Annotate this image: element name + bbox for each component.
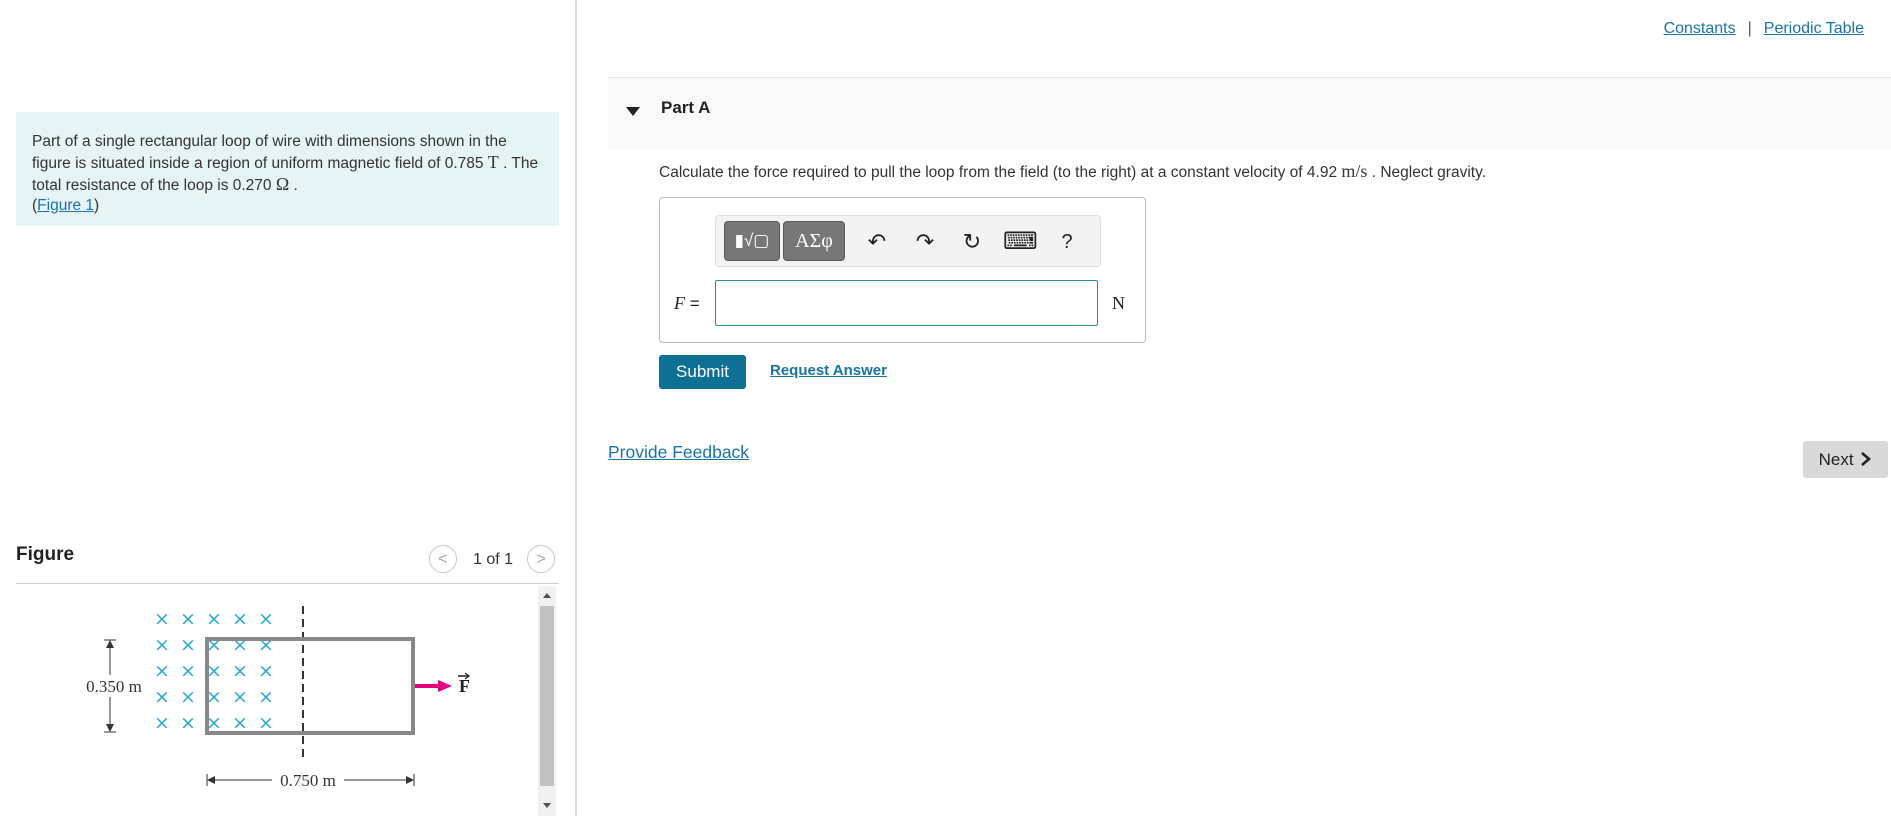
answer-input[interactable] bbox=[715, 280, 1098, 326]
field-cross: × bbox=[154, 634, 170, 656]
field-cross: × bbox=[180, 712, 196, 734]
answer-pane: Constants | Periodic Table Part A Calculat… bbox=[577, 0, 1891, 816]
chevron-right-icon: > bbox=[536, 549, 546, 568]
field-cross: × bbox=[180, 660, 196, 682]
scroll-thumb[interactable] bbox=[540, 606, 554, 786]
chevron-right-icon bbox=[1861, 451, 1872, 466]
part-a-header[interactable]: Part A bbox=[608, 77, 1891, 149]
figure-next-button[interactable]: > bbox=[527, 545, 555, 573]
part-title: Part A bbox=[661, 98, 711, 117]
figure-link[interactable]: Figure 1 bbox=[37, 197, 94, 214]
field-cross: × bbox=[180, 686, 196, 708]
figure-pager: 1 of 1 bbox=[473, 551, 514, 568]
constants-link[interactable]: Constants bbox=[1664, 20, 1736, 37]
force-label: F bbox=[459, 676, 470, 696]
field-cross: × bbox=[232, 608, 248, 630]
symbols-button[interactable]: ΑΣφ bbox=[783, 221, 845, 261]
loop-diagram: × × × × ×× × × × ×× × × × ×× × × × ×× × × × × 0.350 m 0.750 … bbox=[80, 606, 470, 791]
field-cross: × bbox=[258, 608, 274, 630]
scroll-down-icon[interactable] bbox=[538, 798, 556, 812]
field-cross: × bbox=[206, 608, 222, 630]
height-label: 0.350 m bbox=[86, 677, 142, 696]
submit-button[interactable]: Submit bbox=[659, 355, 746, 389]
caret-down-icon[interactable] bbox=[626, 107, 640, 116]
math-toolbar: ▮√▢ ΑΣφ ↶ ↷ ↻ ⌨ ? bbox=[715, 215, 1101, 267]
help-button[interactable]: ? bbox=[1051, 226, 1083, 258]
radical-icon: ▮√▢ bbox=[734, 231, 770, 250]
variable-label: F = bbox=[674, 293, 700, 314]
figure-prev-button[interactable]: < bbox=[429, 545, 457, 573]
keyboard-icon: ⌨ bbox=[1003, 228, 1038, 255]
unit-label: N bbox=[1112, 293, 1125, 313]
field-cross: × bbox=[154, 608, 170, 630]
question-text-2: . Neglect gravity. bbox=[1367, 164, 1486, 181]
periodic-table-link[interactable]: Periodic Table bbox=[1764, 20, 1864, 37]
field-cross: × bbox=[258, 712, 274, 734]
field-cross: × bbox=[154, 712, 170, 734]
question-text-1: Calculate the force required to pull the… bbox=[659, 164, 1342, 181]
next-button[interactable]: Next bbox=[1803, 441, 1888, 478]
chevron-left-icon: < bbox=[438, 549, 448, 568]
undo-icon: ↶ bbox=[867, 229, 887, 254]
field-cross: × bbox=[232, 712, 248, 734]
undo-button[interactable]: ↶ bbox=[861, 226, 893, 258]
redo-button[interactable]: ↷ bbox=[909, 226, 941, 258]
question-text: Calculate the force required to pull the… bbox=[659, 161, 1486, 182]
problem-pane: Part of a single rectangular loop of wir… bbox=[0, 0, 575, 816]
reset-button[interactable]: ↻ bbox=[956, 226, 988, 258]
magnetic-field-crosses: × × × × ×× × × × ×× × × × ×× × × × ×× × × × × bbox=[154, 608, 274, 734]
symbols-label: ΑΣφ bbox=[795, 230, 833, 252]
provide-feedback-link[interactable]: Provide Feedback bbox=[608, 442, 749, 463]
field-cross: × bbox=[232, 660, 248, 682]
figure-scrollbar[interactable] bbox=[538, 586, 556, 816]
templates-button[interactable]: ▮√▢ bbox=[724, 221, 780, 261]
field-unit: T bbox=[487, 152, 499, 172]
equals-sign: = bbox=[689, 294, 700, 313]
field-cross: × bbox=[180, 634, 196, 656]
request-answer-link[interactable]: Request Answer bbox=[770, 362, 887, 379]
problem-text-1: Part of a single rectangular loop of wir… bbox=[32, 133, 507, 172]
link-separator: | bbox=[1747, 20, 1752, 37]
field-cross: × bbox=[154, 660, 170, 682]
field-cross: × bbox=[154, 686, 170, 708]
resource-links: Constants | Periodic Table bbox=[1664, 20, 1864, 38]
width-label: 0.750 m bbox=[280, 771, 336, 790]
velocity-unit: m/s bbox=[1341, 161, 1368, 181]
figure-link-close: ) bbox=[94, 197, 100, 214]
reset-icon: ↻ bbox=[962, 229, 982, 254]
help-icon: ? bbox=[1061, 231, 1073, 253]
keyboard-button[interactable]: ⌨ bbox=[1003, 226, 1038, 258]
resistance-unit: Ω bbox=[275, 174, 290, 194]
problem-text-3: . bbox=[289, 177, 298, 194]
figure-title: Figure bbox=[16, 544, 75, 565]
scroll-up-icon[interactable] bbox=[538, 588, 556, 602]
variable-name: F bbox=[674, 293, 685, 313]
redo-icon: ↷ bbox=[915, 229, 935, 254]
field-cross: × bbox=[180, 608, 196, 630]
figure-header: Figure < 1 of 1 > bbox=[16, 538, 559, 584]
field-cross: × bbox=[258, 660, 274, 682]
next-label: Next bbox=[1818, 449, 1854, 469]
field-cross: × bbox=[232, 686, 248, 708]
field-cross: × bbox=[258, 686, 274, 708]
answer-box: ▮√▢ ΑΣφ ↶ ↷ ↻ ⌨ ? F = N bbox=[659, 197, 1146, 343]
problem-statement: Part of a single rectangular loop of wir… bbox=[16, 112, 559, 226]
figure-image: × × × × × × × × × × × × × × × × × × × × × × × × × 0.350 m 0.750 … bbox=[16, 586, 559, 816]
